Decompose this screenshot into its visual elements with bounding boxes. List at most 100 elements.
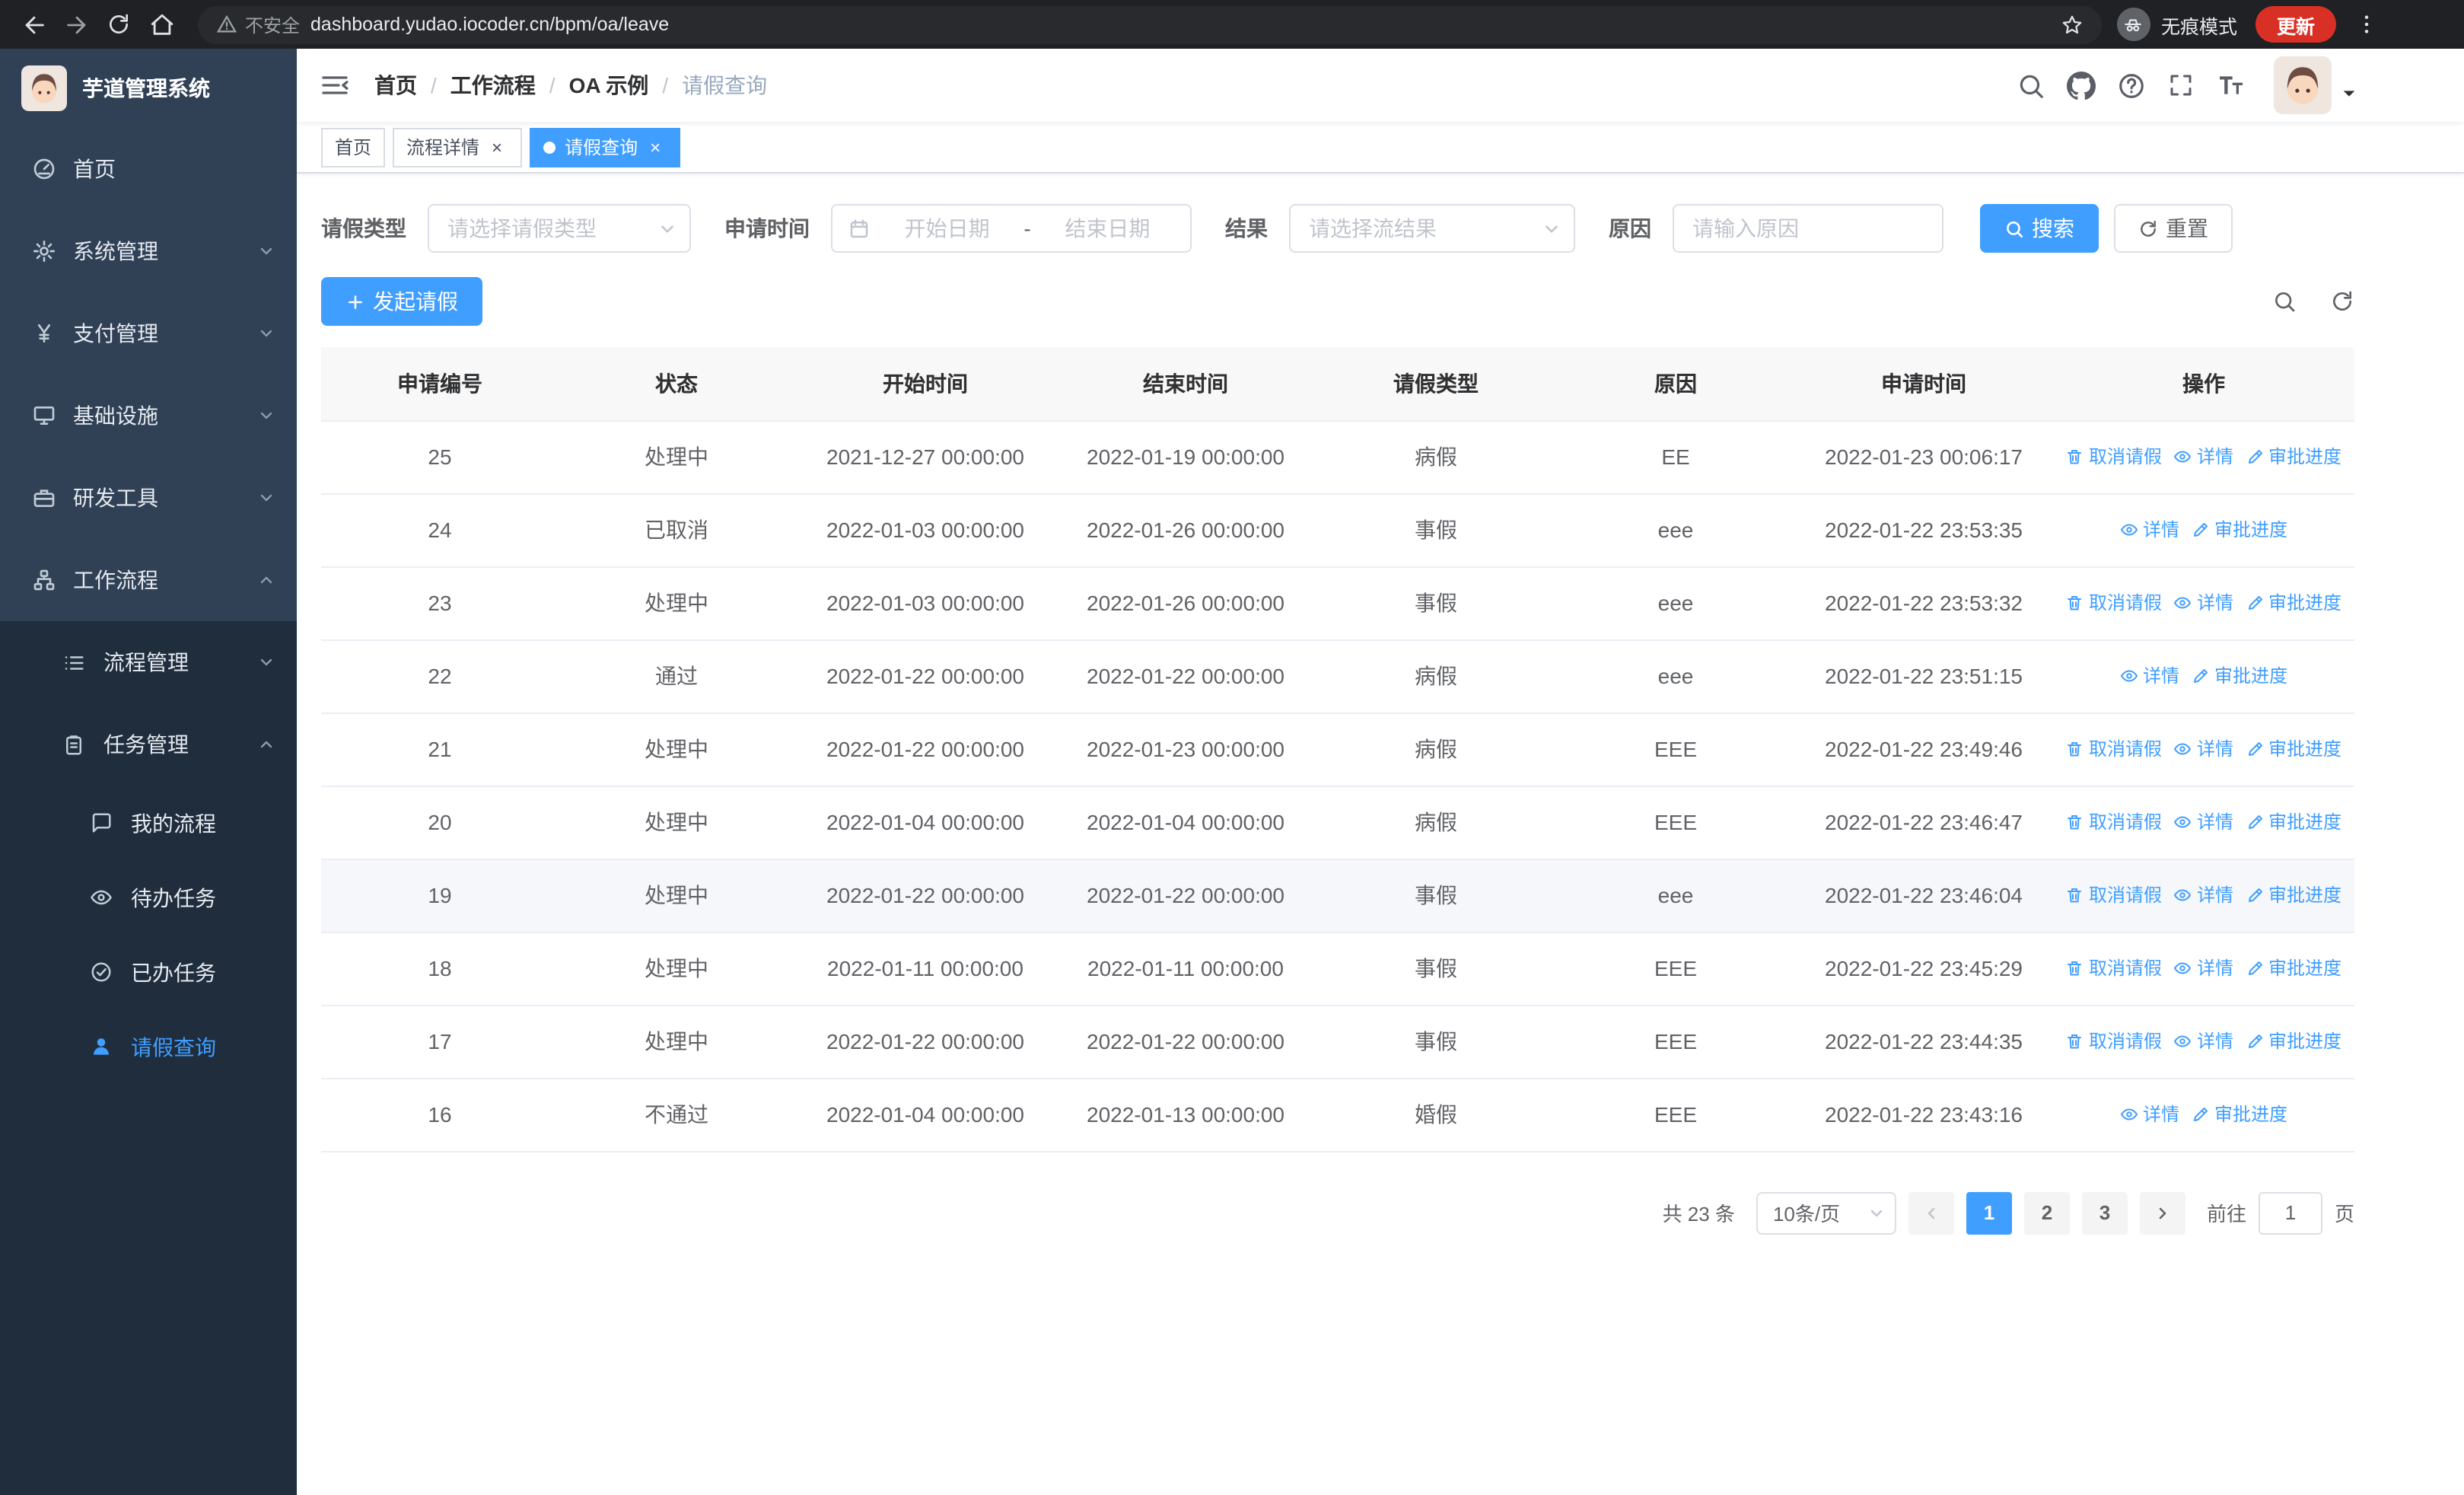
sidebar-item-task-management[interactable]: 任务管理 [0, 703, 297, 786]
chevron-down-icon [1546, 225, 1558, 232]
action-detail-link[interactable]: 详情 [2174, 590, 2233, 616]
fullscreen-icon[interactable] [2167, 72, 2195, 99]
prev-page-button[interactable] [1908, 1191, 1954, 1234]
action-progress-link[interactable]: 审批进度 [2192, 663, 2287, 689]
bookmark-star-icon[interactable] [2061, 13, 2084, 36]
page-button-2[interactable]: 2 [2023, 1191, 2070, 1234]
search-button[interactable]: 搜索 [1980, 204, 2099, 253]
sidebar-item-home[interactable]: 首页 [0, 128, 297, 210]
action-progress-link[interactable]: 审批进度 [2192, 1101, 2287, 1127]
app-logo[interactable]: 芋道管理系统 [0, 49, 297, 128]
goto-page-input[interactable] [2258, 1191, 2322, 1234]
action-progress-link[interactable]: 审批进度 [2246, 955, 2341, 981]
cell-type: 事假 [1315, 1005, 1557, 1079]
cell-end: 2022-01-22 00:00:00 [1056, 639, 1315, 713]
browser-update-button[interactable]: 更新 [2255, 6, 2336, 43]
close-tab-icon[interactable] [485, 135, 508, 158]
action-cancel-link[interactable]: 取消请假 [2066, 882, 2162, 908]
reset-button[interactable]: 重置 [2114, 204, 2233, 253]
action-progress-link[interactable]: 审批进度 [2246, 736, 2341, 762]
sidebar-item-system-management[interactable]: 系统管理 [0, 210, 297, 292]
tab-home[interactable]: 首页 [321, 127, 386, 167]
browser-home-icon[interactable] [140, 3, 183, 46]
action-progress-link[interactable]: 审批进度 [2246, 590, 2341, 616]
action-detail-link[interactable]: 详情 [2174, 1028, 2233, 1054]
action-progress-link[interactable]: 审批进度 [2192, 517, 2287, 543]
breadcrumb-item[interactable]: 工作流程 [450, 70, 536, 100]
browser-back-icon[interactable] [12, 3, 55, 46]
browser-forward-icon[interactable] [55, 3, 97, 46]
chevron-down-icon [260, 330, 272, 337]
browser-reload-icon[interactable] [97, 3, 140, 46]
url-bar[interactable]: 不安全 dashboard.yudao.iocoder.cn/bpm/oa/le… [198, 5, 2102, 43]
security-label: 不安全 [245, 14, 301, 36]
action-progress-link[interactable]: 审批进度 [2246, 809, 2341, 835]
cell-id: 21 [321, 712, 559, 786]
sidebar-item-done-tasks[interactable]: 已办任务 [0, 935, 297, 1009]
action-detail-link[interactable]: 详情 [2174, 955, 2233, 981]
github-icon[interactable] [2067, 71, 2096, 100]
sidebar-item-todo-tasks[interactable]: 待办任务 [0, 860, 297, 935]
leave-type-select[interactable]: 请选择请假类型 [428, 204, 691, 253]
cell-applied: 2022-01-22 23:51:15 [1794, 639, 2053, 713]
page-button-3[interactable]: 3 [2081, 1191, 2128, 1234]
close-tab-icon[interactable] [644, 135, 667, 158]
cell-start: 2022-01-22 00:00:00 [794, 712, 1056, 786]
list-icon [61, 649, 87, 675]
refresh-table-icon[interactable] [2330, 289, 2354, 314]
hamburger-icon[interactable] [320, 70, 350, 100]
cell-status: 不通过 [559, 1078, 794, 1152]
action-detail-link[interactable]: 详情 [2120, 663, 2179, 689]
sidebar-item-process-management[interactable]: 流程管理 [0, 621, 297, 703]
sidebar-item-infrastructure[interactable]: 基础设施 [0, 375, 297, 457]
user-menu[interactable] [2274, 56, 2357, 114]
toggle-search-icon[interactable] [2272, 289, 2297, 314]
cell-reason: EE [1557, 420, 1794, 494]
apply-time-label: 申请时间 [724, 216, 810, 241]
action-cancel-link[interactable]: 取消请假 [2066, 444, 2162, 470]
action-detail-link[interactable]: 详情 [2174, 444, 2233, 470]
tab-leave-query[interactable]: 请假查询 [530, 127, 681, 167]
breadcrumb-item[interactable]: OA 示例 [569, 70, 649, 100]
browser-menu-icon[interactable] [2354, 12, 2379, 37]
reason-label: 原因 [1609, 216, 1651, 241]
sidebar-item-payment-management[interactable]: 支付管理 [0, 292, 297, 375]
action-detail-link[interactable]: 详情 [2174, 736, 2233, 762]
search-icon[interactable] [2017, 71, 2045, 100]
result-select[interactable]: 请选择流结果 [1289, 204, 1575, 253]
chevron-down-icon [260, 658, 272, 666]
sidebar-item-my-process[interactable]: 我的流程 [0, 786, 297, 860]
action-detail-link[interactable]: 详情 [2120, 1101, 2179, 1127]
cell-reason: eee [1557, 566, 1794, 640]
action-progress-link[interactable]: 审批进度 [2246, 882, 2341, 908]
action-progress-link[interactable]: 审批进度 [2246, 444, 2341, 470]
action-cancel-link[interactable]: 取消请假 [2066, 1028, 2162, 1054]
create-leave-button[interactable]: 发起请假 [321, 277, 482, 326]
action-detail-link[interactable]: 详情 [2174, 809, 2233, 835]
cell-status: 处理中 [559, 420, 794, 494]
cell-applied: 2022-01-22 23:46:47 [1794, 786, 2053, 859]
sidebar-item-workflow[interactable]: 工作流程 [0, 539, 297, 621]
action-progress-link[interactable]: 审批进度 [2246, 1028, 2341, 1054]
apply-time-range-picker[interactable]: 开始日期 - 结束日期 [831, 204, 1192, 253]
action-cancel-link[interactable]: 取消请假 [2066, 955, 2162, 981]
breadcrumb-item[interactable]: 首页 [374, 70, 417, 100]
page-button-1[interactable]: 1 [1966, 1191, 2012, 1234]
cell-start: 2022-01-11 00:00:00 [794, 932, 1056, 1006]
end-date-placeholder: 结束日期 [1065, 216, 1151, 241]
action-detail-link[interactable]: 详情 [2120, 517, 2179, 543]
action-cancel-link[interactable]: 取消请假 [2066, 736, 2162, 762]
reason-input[interactable] [1673, 204, 1944, 253]
page-size-select[interactable]: 10条/页 [1756, 1191, 1896, 1234]
action-detail-link[interactable]: 详情 [2174, 882, 2233, 908]
action-cancel-link[interactable]: 取消请假 [2066, 809, 2162, 835]
tab-process-detail[interactable]: 流程详情 [393, 127, 523, 167]
delete-icon [2068, 961, 2082, 975]
font-size-icon[interactable] [2216, 70, 2246, 100]
sidebar-item-leave-query[interactable]: 请假查询 [0, 1009, 297, 1084]
action-cancel-link[interactable]: 取消请假 [2066, 590, 2162, 616]
help-icon[interactable] [2117, 71, 2146, 100]
next-page-button[interactable] [2139, 1191, 2185, 1234]
cell-reason: EEE [1557, 712, 1794, 786]
sidebar-item-dev-tools[interactable]: 研发工具 [0, 457, 297, 539]
